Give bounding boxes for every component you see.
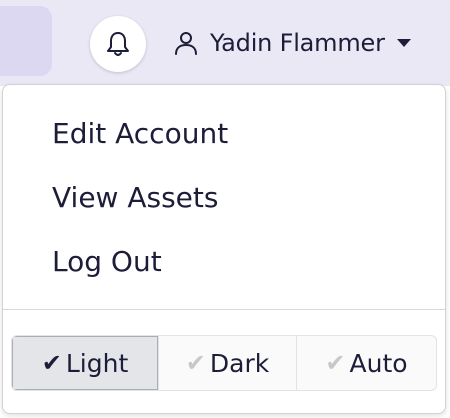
theme-light-label: Light <box>65 348 129 378</box>
theme-auto-button[interactable]: ✔ Auto <box>296 336 436 390</box>
menu-item-edit-account[interactable]: Edit Account <box>52 118 228 150</box>
menu-item-log-out[interactable]: Log Out <box>52 246 162 278</box>
theme-dark-label: Dark <box>209 348 270 378</box>
notifications-button[interactable] <box>90 16 146 72</box>
user-menu-toggle[interactable]: Yadin Flammer <box>172 22 411 64</box>
theme-dark-button[interactable]: ✔ Dark <box>158 336 296 390</box>
top-bar: Yadin Flammer <box>0 0 450 86</box>
search-bar[interactable] <box>0 6 52 76</box>
user-name: Yadin Flammer <box>210 29 385 57</box>
theme-switcher: ✔ Light ✔ Dark ✔ Auto <box>11 335 437 391</box>
menu-item-view-assets[interactable]: View Assets <box>52 182 218 214</box>
theme-light-button[interactable]: ✔ Light <box>12 336 158 390</box>
check-icon: ✔ <box>185 349 206 377</box>
user-icon <box>172 29 200 57</box>
menu-divider <box>3 309 445 310</box>
check-icon: ✔ <box>325 349 346 377</box>
user-dropdown-menu: Edit Account View Assets Log Out ✔ Light… <box>2 84 446 414</box>
check-icon: ✔ <box>41 349 62 377</box>
theme-auto-label: Auto <box>349 348 408 378</box>
bell-icon <box>105 30 131 58</box>
caret-down-icon <box>396 39 411 47</box>
